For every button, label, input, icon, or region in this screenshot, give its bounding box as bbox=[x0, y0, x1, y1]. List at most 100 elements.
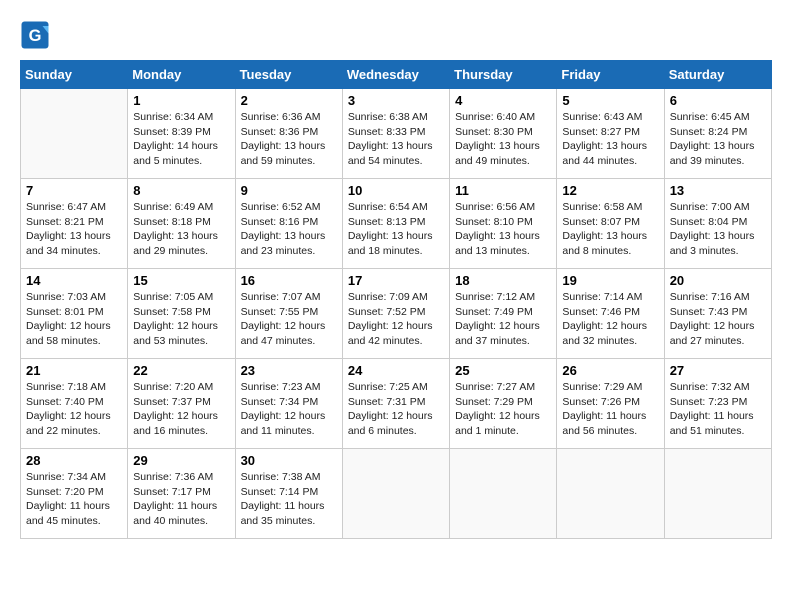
day-number: 23 bbox=[241, 363, 337, 378]
calendar-cell: 20 Sunrise: 7:16 AMSunset: 7:43 PMDayligh… bbox=[664, 269, 771, 359]
weekday-header-monday: Monday bbox=[128, 61, 235, 89]
day-number: 1 bbox=[133, 93, 229, 108]
calendar-cell: 17 Sunrise: 7:09 AMSunset: 7:52 PMDayligh… bbox=[342, 269, 449, 359]
day-info: Sunrise: 7:16 AMSunset: 7:43 PMDaylight:… bbox=[670, 290, 766, 349]
day-info: Sunrise: 7:23 AMSunset: 7:34 PMDaylight:… bbox=[241, 380, 337, 439]
day-number: 22 bbox=[133, 363, 229, 378]
day-number: 7 bbox=[26, 183, 122, 198]
day-info: Sunrise: 6:36 AMSunset: 8:36 PMDaylight:… bbox=[241, 110, 337, 169]
week-row-4: 21 Sunrise: 7:18 AMSunset: 7:40 PMDayligh… bbox=[21, 359, 772, 449]
day-number: 21 bbox=[26, 363, 122, 378]
calendar-cell: 5 Sunrise: 6:43 AMSunset: 8:27 PMDaylight… bbox=[557, 89, 664, 179]
week-row-3: 14Sunrise: 7:03 AMSunset: 8:01 PMDayligh… bbox=[21, 269, 772, 359]
calendar-cell bbox=[450, 449, 557, 539]
day-number: 18 bbox=[455, 273, 551, 288]
day-number: 6 bbox=[670, 93, 766, 108]
calendar-cell: 1 Sunrise: 6:34 AMSunset: 8:39 PMDaylight… bbox=[128, 89, 235, 179]
day-number: 8 bbox=[133, 183, 229, 198]
calendar-cell: 27 Sunrise: 7:32 AMSunset: 7:23 PMDayligh… bbox=[664, 359, 771, 449]
weekday-header-saturday: Saturday bbox=[664, 61, 771, 89]
day-info: Sunrise: 6:49 AMSunset: 8:18 PMDaylight:… bbox=[133, 200, 229, 259]
day-number: 5 bbox=[562, 93, 658, 108]
day-info: Sunrise: 6:38 AMSunset: 8:33 PMDaylight:… bbox=[348, 110, 444, 169]
day-info: Sunrise: 7:20 AMSunset: 7:37 PMDaylight:… bbox=[133, 380, 229, 439]
calendar-cell: 18 Sunrise: 7:12 AMSunset: 7:49 PMDayligh… bbox=[450, 269, 557, 359]
calendar-cell: 11Sunrise: 6:56 AMSunset: 8:10 PMDayligh… bbox=[450, 179, 557, 269]
calendar-cell: 4 Sunrise: 6:40 AMSunset: 8:30 PMDaylight… bbox=[450, 89, 557, 179]
calendar-cell bbox=[557, 449, 664, 539]
calendar-cell: 29 Sunrise: 7:36 AMSunset: 7:17 PMDayligh… bbox=[128, 449, 235, 539]
day-info: Sunrise: 7:25 AMSunset: 7:31 PMDaylight:… bbox=[348, 380, 444, 439]
logo: G bbox=[20, 20, 54, 50]
day-info: Sunrise: 6:47 AMSunset: 8:21 PMDaylight:… bbox=[26, 200, 122, 259]
day-number: 10 bbox=[348, 183, 444, 198]
weekday-header-sunday: Sunday bbox=[21, 61, 128, 89]
week-row-1: 1 Sunrise: 6:34 AMSunset: 8:39 PMDaylight… bbox=[21, 89, 772, 179]
weekday-header-tuesday: Tuesday bbox=[235, 61, 342, 89]
day-info: Sunrise: 7:12 AMSunset: 7:49 PMDaylight:… bbox=[455, 290, 551, 349]
day-number: 2 bbox=[241, 93, 337, 108]
day-number: 29 bbox=[133, 453, 229, 468]
calendar-cell: 10 Sunrise: 6:54 AMSunset: 8:13 PMDayligh… bbox=[342, 179, 449, 269]
day-number: 25 bbox=[455, 363, 551, 378]
day-info: Sunrise: 7:00 AMSunset: 8:04 PMDaylight:… bbox=[670, 200, 766, 259]
day-number: 11 bbox=[455, 183, 551, 198]
day-info: Sunrise: 7:32 AMSunset: 7:23 PMDaylight:… bbox=[670, 380, 766, 439]
day-info: Sunrise: 7:09 AMSunset: 7:52 PMDaylight:… bbox=[348, 290, 444, 349]
day-info: Sunrise: 7:34 AMSunset: 7:20 PMDaylight:… bbox=[26, 470, 122, 529]
calendar-cell: 14Sunrise: 7:03 AMSunset: 8:01 PMDayligh… bbox=[21, 269, 128, 359]
day-number: 20 bbox=[670, 273, 766, 288]
day-info: Sunrise: 6:43 AMSunset: 8:27 PMDaylight:… bbox=[562, 110, 658, 169]
day-number: 27 bbox=[670, 363, 766, 378]
calendar-cell: 21 Sunrise: 7:18 AMSunset: 7:40 PMDayligh… bbox=[21, 359, 128, 449]
calendar-cell bbox=[664, 449, 771, 539]
logo-icon: G bbox=[20, 20, 50, 50]
calendar-cell bbox=[21, 89, 128, 179]
day-info: Sunrise: 7:03 AMSunset: 8:01 PMDaylight:… bbox=[26, 290, 122, 349]
page-header: G bbox=[20, 20, 772, 50]
day-info: Sunrise: 7:27 AMSunset: 7:29 PMDaylight:… bbox=[455, 380, 551, 439]
calendar-cell: 2 Sunrise: 6:36 AMSunset: 8:36 PMDaylight… bbox=[235, 89, 342, 179]
week-row-2: 7 Sunrise: 6:47 AMSunset: 8:21 PMDaylight… bbox=[21, 179, 772, 269]
day-info: Sunrise: 6:45 AMSunset: 8:24 PMDaylight:… bbox=[670, 110, 766, 169]
calendar-cell: 12 Sunrise: 6:58 AMSunset: 8:07 PMDayligh… bbox=[557, 179, 664, 269]
calendar-cell bbox=[342, 449, 449, 539]
day-number: 16 bbox=[241, 273, 337, 288]
day-info: Sunrise: 6:40 AMSunset: 8:30 PMDaylight:… bbox=[455, 110, 551, 169]
calendar-cell: 7 Sunrise: 6:47 AMSunset: 8:21 PMDaylight… bbox=[21, 179, 128, 269]
day-info: Sunrise: 7:05 AMSunset: 7:58 PMDaylight:… bbox=[133, 290, 229, 349]
day-number: 15 bbox=[133, 273, 229, 288]
day-info: Sunrise: 7:14 AMSunset: 7:46 PMDaylight:… bbox=[562, 290, 658, 349]
calendar-cell: 19 Sunrise: 7:14 AMSunset: 7:46 PMDayligh… bbox=[557, 269, 664, 359]
day-number: 13 bbox=[670, 183, 766, 198]
calendar-table: SundayMondayTuesdayWednesdayThursdayFrid… bbox=[20, 60, 772, 539]
day-number: 3 bbox=[348, 93, 444, 108]
calendar-cell: 25 Sunrise: 7:27 AMSunset: 7:29 PMDayligh… bbox=[450, 359, 557, 449]
calendar-cell: 23 Sunrise: 7:23 AMSunset: 7:34 PMDayligh… bbox=[235, 359, 342, 449]
day-info: Sunrise: 7:36 AMSunset: 7:17 PMDaylight:… bbox=[133, 470, 229, 529]
calendar-cell: 30Sunrise: 7:38 AMSunset: 7:14 PMDayligh… bbox=[235, 449, 342, 539]
day-number: 24 bbox=[348, 363, 444, 378]
day-number: 17 bbox=[348, 273, 444, 288]
day-info: Sunrise: 6:52 AMSunset: 8:16 PMDaylight:… bbox=[241, 200, 337, 259]
day-info: Sunrise: 6:34 AMSunset: 8:39 PMDaylight:… bbox=[133, 110, 229, 169]
day-info: Sunrise: 7:29 AMSunset: 7:26 PMDaylight:… bbox=[562, 380, 658, 439]
calendar-cell: 22 Sunrise: 7:20 AMSunset: 7:37 PMDayligh… bbox=[128, 359, 235, 449]
calendar-cell: 6 Sunrise: 6:45 AMSunset: 8:24 PMDaylight… bbox=[664, 89, 771, 179]
svg-text:G: G bbox=[29, 27, 42, 45]
week-row-5: 28 Sunrise: 7:34 AMSunset: 7:20 PMDayligh… bbox=[21, 449, 772, 539]
calendar-cell: 9 Sunrise: 6:52 AMSunset: 8:16 PMDaylight… bbox=[235, 179, 342, 269]
day-info: Sunrise: 6:54 AMSunset: 8:13 PMDaylight:… bbox=[348, 200, 444, 259]
weekday-header-friday: Friday bbox=[557, 61, 664, 89]
day-number: 28 bbox=[26, 453, 122, 468]
day-number: 4 bbox=[455, 93, 551, 108]
calendar-cell: 13 Sunrise: 7:00 AMSunset: 8:04 PMDayligh… bbox=[664, 179, 771, 269]
day-number: 26 bbox=[562, 363, 658, 378]
day-info: Sunrise: 6:58 AMSunset: 8:07 PMDaylight:… bbox=[562, 200, 658, 259]
day-number: 19 bbox=[562, 273, 658, 288]
weekday-header-thursday: Thursday bbox=[450, 61, 557, 89]
day-info: Sunrise: 7:18 AMSunset: 7:40 PMDaylight:… bbox=[26, 380, 122, 439]
calendar-cell: 15 Sunrise: 7:05 AMSunset: 7:58 PMDayligh… bbox=[128, 269, 235, 359]
day-number: 12 bbox=[562, 183, 658, 198]
day-number: 9 bbox=[241, 183, 337, 198]
